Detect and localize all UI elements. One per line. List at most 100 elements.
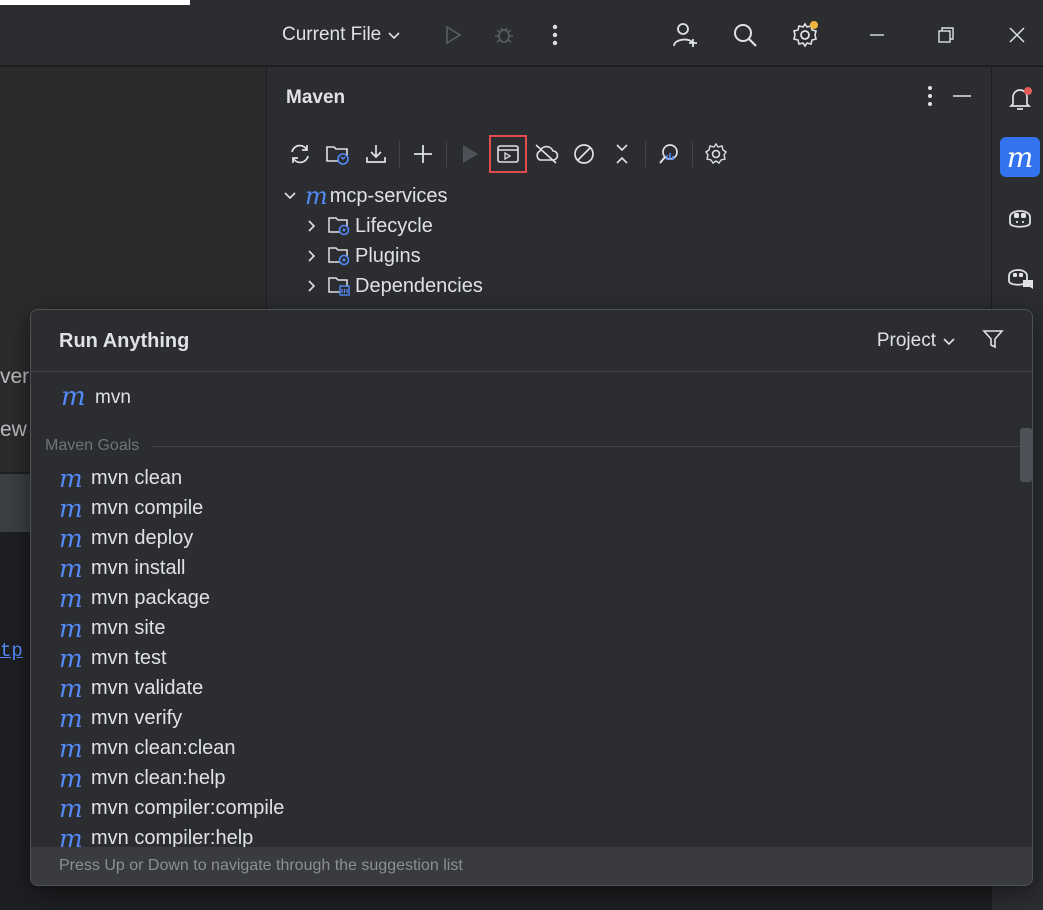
chevron-right-icon[interactable] xyxy=(301,219,323,233)
more-vertical-icon[interactable] xyxy=(927,85,933,112)
chevron-right-icon[interactable] xyxy=(301,249,323,263)
scope-label: Project xyxy=(876,330,936,351)
more-vertical-icon[interactable] xyxy=(540,20,570,50)
console-link[interactable]: tp xyxy=(0,640,23,662)
goal-label: mvn verify xyxy=(91,706,183,729)
maven-icon: m xyxy=(61,382,86,412)
run-anything-input[interactable]: m mvn xyxy=(31,372,1032,426)
maven-project-tree: m mcp-services Lifecycle Plugins Depende… xyxy=(279,181,483,301)
goal-label: mvn clean xyxy=(91,466,183,489)
goal-label: mvn test xyxy=(91,646,167,669)
tree-item-label: Dependencies xyxy=(355,274,483,297)
goal-label: mvn clean:help xyxy=(91,766,226,789)
run-icon[interactable] xyxy=(438,20,468,50)
run-configuration-dropdown[interactable]: Current File xyxy=(282,24,401,46)
dependencies-folder-icon xyxy=(328,277,350,296)
goal-label: mvn validate xyxy=(91,676,204,699)
list-item[interactable]: m mvn deploy xyxy=(59,523,284,553)
filter-icon[interactable] xyxy=(982,328,1004,355)
editor-tab-strip xyxy=(0,474,30,532)
list-item[interactable]: m mvn validate xyxy=(59,673,284,703)
list-item[interactable]: m mvn clean xyxy=(59,463,284,493)
maven-icon: m xyxy=(59,673,83,703)
list-item[interactable]: m mvn test xyxy=(59,643,284,673)
hide-panel-icon[interactable] xyxy=(951,85,973,112)
chevron-down-icon xyxy=(943,338,955,346)
restore-icon[interactable] xyxy=(931,20,961,50)
list-item[interactable]: m mvn site xyxy=(59,613,284,643)
goal-label: mvn compile xyxy=(91,496,204,519)
settings-icon[interactable] xyxy=(697,135,735,173)
reload-icon[interactable] xyxy=(281,135,319,173)
tree-item-dependencies[interactable]: Dependencies xyxy=(279,271,483,301)
scrollbar[interactable] xyxy=(1020,428,1032,482)
copilot-chat-icon[interactable] xyxy=(1000,257,1040,297)
tree-item-root[interactable]: m mcp-services xyxy=(279,181,483,211)
run-anything-popup: Run Anything Project m mvn Maven Goals m… xyxy=(30,309,1033,886)
console-area xyxy=(0,534,30,910)
goal-label: mvn deploy xyxy=(91,526,194,549)
scope-dropdown[interactable]: Project xyxy=(877,330,956,352)
toolbar-separator xyxy=(692,141,693,167)
maven-logo: m xyxy=(1006,140,1034,174)
list-item[interactable]: m mvn package xyxy=(59,583,284,613)
list-item[interactable]: m mvn clean:help xyxy=(59,763,284,793)
maven-tool-window: Maven m mcp-services Lifecycle Plugins D… xyxy=(266,67,991,317)
list-item[interactable]: m mvn compiler:compile xyxy=(59,793,284,823)
maven-icon[interactable]: m xyxy=(1000,137,1040,177)
execute-goal-icon[interactable] xyxy=(489,135,527,173)
debug-icon[interactable] xyxy=(489,20,519,50)
goal-label: mvn compiler:compile xyxy=(91,796,285,819)
close-icon[interactable] xyxy=(1002,20,1032,50)
add-icon[interactable] xyxy=(404,135,442,173)
list-item[interactable]: m mvn clean:clean xyxy=(59,733,284,763)
list-item[interactable]: m mvn verify xyxy=(59,703,284,733)
minimize-icon[interactable] xyxy=(862,20,892,50)
settings-icon[interactable] xyxy=(790,20,820,50)
add-user-icon[interactable] xyxy=(670,20,700,50)
reload-folder-icon[interactable] xyxy=(319,135,357,173)
maven-icon: m xyxy=(59,703,83,733)
maven-icon: m xyxy=(59,643,83,673)
window-edge xyxy=(0,0,190,5)
list-item[interactable]: m mvn install xyxy=(59,553,284,583)
tree-item-lifecycle[interactable]: Lifecycle xyxy=(279,211,483,241)
tree-item-plugins[interactable]: Plugins xyxy=(279,241,483,271)
notifications-icon[interactable] xyxy=(1000,79,1040,119)
search-icon[interactable] xyxy=(730,20,760,50)
footer-hint: Press Up or Down to navigate through the… xyxy=(59,857,463,874)
download-icon[interactable] xyxy=(357,135,395,173)
lifecycle-folder-icon xyxy=(328,217,350,236)
goal-label: mvn package xyxy=(91,586,210,609)
list-item[interactable]: m mvn compile xyxy=(59,493,284,523)
chevron-right-icon[interactable] xyxy=(301,279,323,293)
popup-title: Run Anything xyxy=(59,330,190,352)
skip-tests-icon[interactable] xyxy=(565,135,603,173)
maven-icon: m xyxy=(59,463,83,493)
maven-icon: m xyxy=(59,583,83,613)
copilot-icon[interactable] xyxy=(1000,197,1040,237)
maven-icon: m xyxy=(59,763,83,793)
title-bar: Current File xyxy=(0,0,1043,66)
maven-icon: m xyxy=(59,553,83,583)
toolbar-separator xyxy=(645,141,646,167)
input-value: mvn xyxy=(95,387,131,408)
analyze-dependencies-icon[interactable] xyxy=(650,135,688,173)
popup-header: Run Anything Project xyxy=(31,310,1032,372)
maven-icon: m xyxy=(59,793,83,823)
tree-item-label: Lifecycle xyxy=(355,214,433,237)
popup-footer: Press Up or Down to navigate through the… xyxy=(31,847,1032,885)
tree-item-label: mcp-services xyxy=(329,184,448,207)
toolbar-separator xyxy=(446,141,447,167)
group-divider xyxy=(153,445,1021,447)
group-label: Maven Goals xyxy=(45,437,140,454)
collapse-icon[interactable] xyxy=(603,135,641,173)
offline-icon[interactable] xyxy=(527,135,565,173)
run-icon[interactable] xyxy=(451,135,489,173)
tree-item-label: Plugins xyxy=(355,244,421,267)
editor-text-fragment: ew xyxy=(0,418,27,441)
maven-icon: m xyxy=(59,733,83,763)
maven-icon: m xyxy=(59,493,83,523)
goal-label: mvn site xyxy=(91,616,166,639)
chevron-down-icon[interactable] xyxy=(279,189,301,203)
